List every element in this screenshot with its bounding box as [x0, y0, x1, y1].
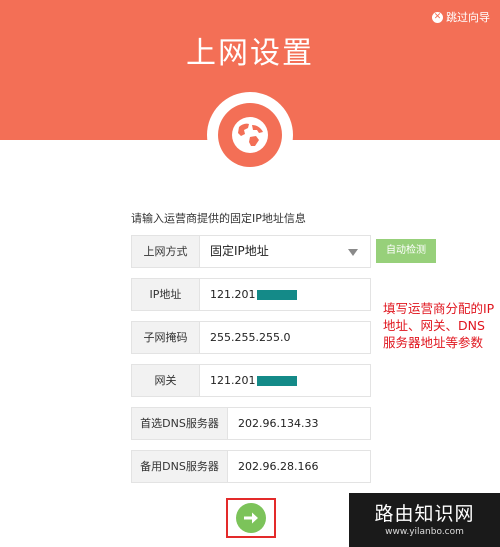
primary-dns-field[interactable]: 202.96.134.33	[227, 408, 370, 439]
gateway-label: 网关	[154, 374, 177, 387]
gateway-field[interactable]: 121.201	[199, 365, 370, 396]
secondary-dns-row: 备用DNS服务器 202.96.28.166	[131, 450, 371, 483]
globe-icon	[218, 103, 282, 167]
ip-address-value: 121.201	[210, 288, 256, 301]
auto-detect-button[interactable]: 自动检测	[376, 239, 436, 263]
connection-type-label: 上网方式	[143, 245, 188, 258]
chevron-down-icon	[348, 249, 358, 256]
annotation-note: 填写运营商分配的IP地址、网关、DNS服务器地址等参数	[383, 301, 495, 350]
connection-type-value: 固定IP地址	[210, 244, 269, 258]
subnet-mask-row: 子网掩码 255.255.255.0	[131, 321, 371, 354]
primary-dns-label: 首选DNS服务器	[140, 417, 219, 430]
form-intro: 请输入运营商提供的固定IP地址信息	[131, 212, 306, 225]
secondary-dns-value: 202.96.28.166	[238, 460, 319, 473]
ip-address-row: IP地址 121.201	[131, 278, 371, 311]
connection-type-select[interactable]: 固定IP地址	[199, 236, 370, 267]
next-button[interactable]	[236, 503, 266, 533]
redaction-mask	[256, 290, 297, 300]
page-title: 上网设置	[186, 36, 314, 71]
skip-wizard-button[interactable]: ✕ 跳过向导	[432, 9, 490, 25]
globe-badge	[207, 92, 293, 178]
gateway-row: 网关 121.201	[131, 364, 371, 397]
watermark-url: www.yilanbo.com	[385, 527, 464, 537]
watermark: 路由知识网 www.yilanbo.com	[349, 493, 500, 547]
close-icon: ✕	[432, 11, 443, 23]
primary-dns-row: 首选DNS服务器 202.96.134.33	[131, 407, 371, 440]
skip-wizard-label: 跳过向导	[446, 11, 490, 24]
secondary-dns-label: 备用DNS服务器	[140, 460, 219, 473]
gateway-value: 121.201	[210, 374, 256, 387]
ip-address-field[interactable]: 121.201	[199, 279, 370, 310]
connection-type-row: 上网方式 固定IP地址	[131, 235, 371, 268]
next-button-highlight	[226, 498, 276, 538]
redaction-mask	[256, 376, 297, 386]
watermark-title: 路由知识网	[374, 503, 475, 525]
subnet-mask-value: 255.255.255.0	[210, 331, 291, 344]
arrow-right-icon	[244, 512, 258, 524]
subnet-mask-label: 子网掩码	[143, 331, 188, 344]
subnet-mask-field[interactable]: 255.255.255.0	[199, 322, 370, 353]
ip-address-label: IP地址	[149, 288, 182, 301]
secondary-dns-field[interactable]: 202.96.28.166	[227, 451, 370, 482]
primary-dns-value: 202.96.134.33	[238, 417, 319, 430]
